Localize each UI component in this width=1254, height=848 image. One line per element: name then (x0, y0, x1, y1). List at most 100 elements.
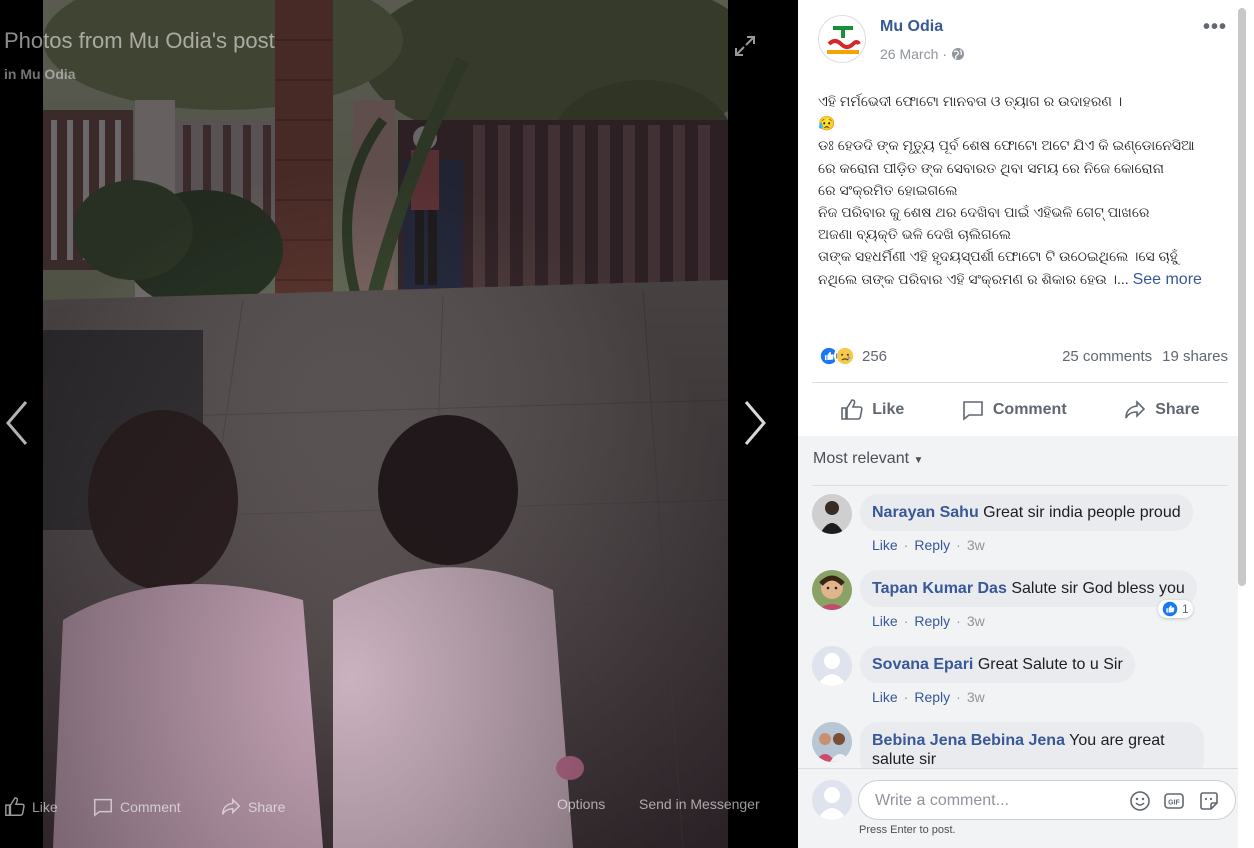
comment-like-link[interactable]: Like (872, 689, 898, 705)
gif-icon[interactable]: GIF (1163, 790, 1185, 812)
comment-icon (94, 798, 112, 817)
comment-actions: Like · Reply · 3w (872, 689, 985, 705)
page-avatar[interactable] (818, 15, 866, 63)
post-text: ଏହି ମର୍ମଭେଦୀ ଫୋଟୋ ମାନବତା ଓ ତ୍ୟାଗ ର ଉଦାହର… (818, 90, 1238, 291)
viewer-comment-button[interactable]: Comment (92, 796, 181, 818)
comment-text: Great sir india people proud (983, 504, 1181, 521)
emoji-icon[interactable] (1129, 790, 1151, 812)
sort-label: Most relevant (813, 450, 910, 467)
viewer-share-label: Share (248, 799, 286, 815)
shares-count[interactable]: 19 shares (1162, 348, 1228, 365)
comment-sort-dropdown[interactable]: Most relevant ▼ (813, 450, 923, 468)
post-line-emoji: 😥 (818, 115, 836, 132)
comment-bubble: Narayan Sahu Great sir india people prou… (860, 494, 1193, 531)
reaction-count: 256 (862, 347, 888, 365)
viewer-like-label: Like (32, 799, 58, 815)
viewer-like-button[interactable]: Like (4, 796, 58, 818)
default-avatar-icon (812, 780, 852, 820)
mu-odia-logo (819, 16, 865, 62)
next-photo-icon[interactable] (740, 398, 770, 448)
previous-photo-icon[interactable] (2, 398, 32, 448)
share-icon (1125, 400, 1146, 419)
post-line-last: ନଥିଲେ ତାଙ୍କ ପରିବାର ଏହି ସଂକ୍ରମଣ ର ଶିକାର ହ… (818, 268, 1238, 291)
viewer-title: Photos from Mu Odia's post (4, 28, 275, 53)
like-label: Like (872, 401, 905, 418)
post-line: ଡଃ ହେଡଦି ଙ୍କ ମୃତ୍ୟୁ ପୂର୍ବ ଶେଷ ଫୋଟୋ ଅଟେ ଯ… (818, 137, 1195, 154)
post-line: ନିଜ ପରିବାର କୁ ଶେଷ ଥର ଦେଖିବା ପାଇଁ ଏହିଭଳି … (818, 204, 1150, 221)
post-photo[interactable] (43, 0, 728, 848)
divider (812, 485, 1228, 486)
reaction-summary[interactable]: 256 (818, 345, 887, 367)
share-button[interactable]: Share (1123, 398, 1200, 422)
like-button[interactable]: Like (840, 398, 904, 422)
viewer-subtitle[interactable]: in Mu Odia (4, 66, 76, 82)
comment-actions: Like · Reply · 3w (872, 613, 985, 629)
caret-down-icon: ▼ (913, 455, 924, 466)
post-actions: Like Comment Share (812, 390, 1228, 430)
comment-author[interactable]: Tapan Kumar Das (872, 580, 1007, 597)
share-label: Share (1155, 401, 1200, 418)
comment-input[interactable]: Write a comment... (875, 792, 1009, 810)
post-line: ରେ ସଂକ୍ରମିତ ହୋଇଗଲେ (818, 181, 958, 198)
press-enter-hint: Press Enter to post. (859, 824, 956, 836)
options-link[interactable]: Options (557, 796, 605, 812)
comment-time[interactable]: 3w (967, 537, 985, 553)
post-line: ଅଜଣା ବ୍ୟକ୍ତି ଭଳି ଦେଖି ଚାଲିଗଲେ (818, 226, 1012, 243)
gif-label: GIF (1168, 800, 1180, 807)
share-icon (222, 797, 241, 815)
comment-reply-link[interactable]: Reply (914, 613, 950, 629)
post-meta: 26 March · (880, 46, 965, 62)
comment-time[interactable]: 3w (967, 689, 985, 705)
viewer-share-button[interactable]: Share (220, 796, 285, 818)
commenter-avatar[interactable] (812, 494, 852, 534)
comment-like-link[interactable]: Like (872, 537, 898, 553)
page-name[interactable]: Mu Odia (880, 18, 943, 36)
send-in-messenger-label: Send in Messenger (639, 796, 760, 812)
comment-author[interactable]: Narayan Sahu (872, 504, 979, 521)
comment-author[interactable]: Sovana Epari (872, 656, 973, 673)
panel-scrollbar[interactable] (1238, 8, 1246, 586)
comment-bubble: Tapan Kumar Das Salute sir God bless you (860, 570, 1197, 607)
comment-author[interactable]: Bebina Jena Bebina Jena (872, 732, 1065, 749)
sticker-icon[interactable] (1198, 790, 1220, 812)
avatar-image (812, 722, 852, 762)
post-date[interactable]: 26 March (880, 46, 938, 62)
comment-reaction-count[interactable]: 1 (1158, 600, 1193, 618)
globe-icon (952, 48, 965, 60)
comment-reply-link[interactable]: Reply (914, 689, 950, 705)
comment-reaction-number: 1 (1182, 602, 1189, 616)
my-avatar[interactable] (812, 780, 852, 820)
photo-viewer: Photos from Mu Odia's post in Mu Odia Li… (0, 0, 798, 848)
avatar-image (812, 570, 852, 610)
comment-icon (963, 401, 983, 421)
comment-reply-link[interactable]: Reply (914, 537, 950, 553)
comment-time[interactable]: 3w (967, 613, 985, 629)
send-in-messenger-link[interactable]: Send in Messenger (639, 796, 760, 812)
comment-like-link[interactable]: Like (872, 613, 898, 629)
post-panel: Mu Odia 26 March · ••• ଏହି ମର୍ମଭେଦୀ ଫୋଟୋ… (798, 0, 1254, 848)
more-options-icon[interactable]: ••• (1203, 16, 1227, 39)
post-line: ରେ କରୋନା ପୀଡ଼ିତ ଙ୍କ ସେବାରତ ଥିବା ସମୟ ରେ ନ… (818, 159, 1164, 176)
comment-button[interactable]: Comment (961, 398, 1067, 422)
viewer-action-bar: Like Comment Share Options Send in Messe… (0, 786, 798, 826)
commenter-avatar[interactable] (812, 722, 852, 762)
commenter-avatar[interactable] (812, 646, 852, 686)
comment-label: Comment (992, 401, 1067, 418)
comment-text: You are great (1069, 732, 1165, 749)
comment-input-box[interactable]: Write a comment... GIF (858, 780, 1236, 820)
meta-separator: · (942, 46, 948, 62)
comment-text-continued: salute sir (872, 751, 937, 768)
viewer-comment-label: Comment (120, 799, 181, 815)
comments-count[interactable]: 25 comments (1062, 348, 1152, 365)
see-more-link[interactable]: See more (1133, 271, 1202, 288)
commenter-avatar[interactable] (812, 570, 852, 610)
avatar-image (812, 494, 852, 534)
comment-actions: Like · Reply · 3w (872, 537, 985, 553)
thumbs-up-icon (5, 797, 25, 816)
comment-text: Salute sir God bless you (1011, 580, 1185, 597)
engagement-counts: 25 comments 19 shares (1062, 348, 1228, 365)
expand-icon[interactable] (733, 34, 757, 58)
photo-theater: Photos from Mu Odia's post in Mu Odia Li… (0, 0, 1254, 848)
thumbs-up-icon (841, 399, 863, 420)
like-reaction-icon (1162, 601, 1178, 617)
